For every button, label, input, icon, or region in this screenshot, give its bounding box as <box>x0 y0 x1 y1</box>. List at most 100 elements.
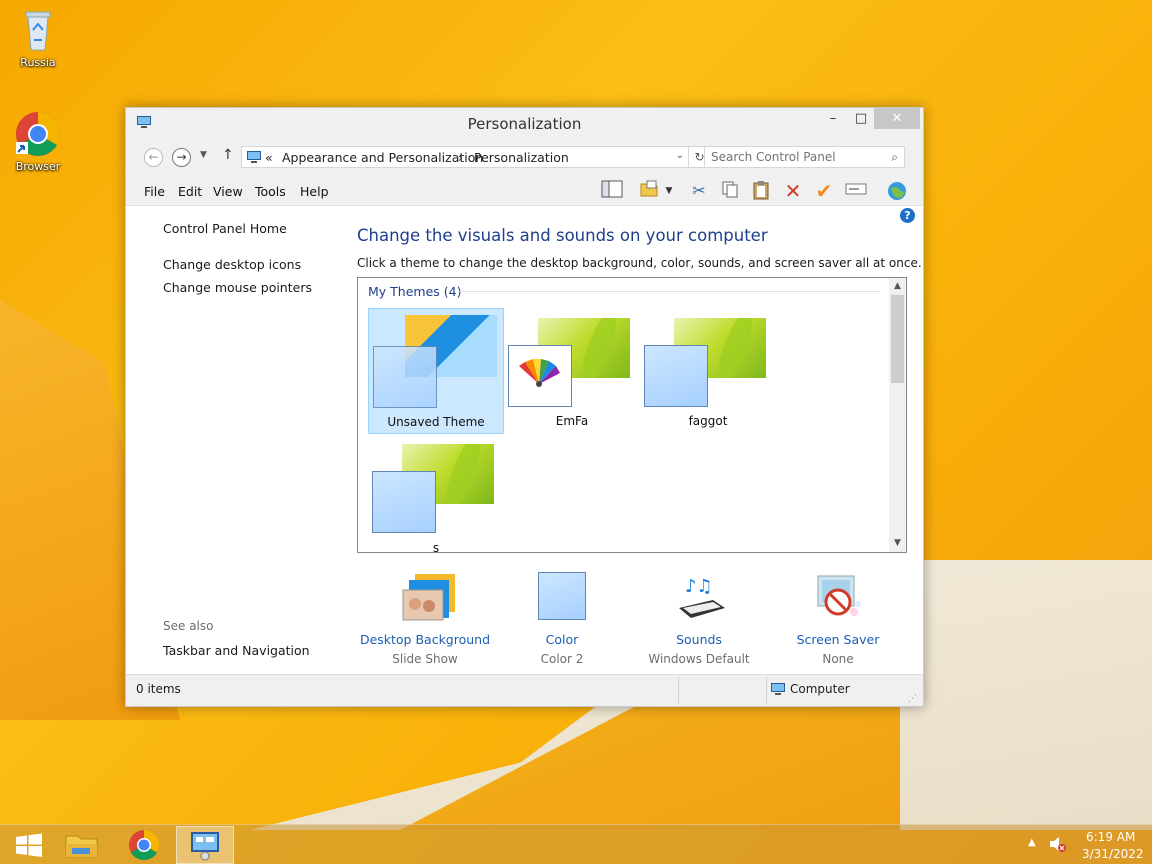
link-change-desktop-icons[interactable]: Change desktop icons <box>163 257 301 272</box>
chevron-down-icon[interactable]: ▼ <box>662 180 676 202</box>
address-overflow[interactable]: « <box>265 150 273 165</box>
menu-bar: File Edit View Tools Help ▼ ✂ ✕ ✔ <box>126 176 923 206</box>
theme-emfa[interactable]: EmFa <box>504 308 640 434</box>
svg-text:♪♫: ♪♫ <box>685 576 713 597</box>
link-taskbar-and-navigation[interactable]: Taskbar and Navigation <box>163 643 310 658</box>
sounds-label: Sounds <box>676 632 722 647</box>
start-button[interactable] <box>0 826 58 864</box>
chrome-icon <box>14 110 62 158</box>
control-panel-icon <box>191 832 219 861</box>
breadcrumb-personalization[interactable]: Personalization <box>474 150 569 165</box>
minimize-button[interactable]: – <box>819 108 847 129</box>
content-area: Control Panel Home Change desktop icons … <box>126 206 923 676</box>
screen-saver-icon <box>812 572 864 624</box>
menu-edit[interactable]: Edit <box>178 184 202 199</box>
search-input[interactable] <box>705 147 875 167</box>
breadcrumb-separator[interactable]: › <box>458 150 463 165</box>
color-value: Color 2 <box>540 652 584 666</box>
up-button[interactable]: ↑ <box>222 147 234 163</box>
scroll-down-button[interactable]: ▼ <box>889 535 906 552</box>
taskbar-file-explorer[interactable] <box>52 826 110 864</box>
taskbar-control-panel[interactable] <box>176 826 234 864</box>
themes-list[interactable]: My Themes (4) Unsaved Theme EmFa faggot … <box>357 277 907 553</box>
globe-icon[interactable] <box>885 180 909 202</box>
theme-s[interactable]: s <box>368 436 504 553</box>
sounds-item[interactable]: ♪♫ Sounds Windows Default <box>629 572 769 666</box>
theme-faggot[interactable]: faggot <box>640 308 776 434</box>
scroll-thumb[interactable] <box>891 295 904 383</box>
desktop-icon-label: Browser <box>15 160 61 173</box>
menu-view[interactable]: View <box>213 184 243 199</box>
clock-time[interactable]: 6:19 AM <box>1086 830 1135 844</box>
sounds-icon: ♪♫ <box>673 572 725 624</box>
windows-logo-icon <box>16 833 42 857</box>
desktop-icon-browser[interactable]: Browser <box>0 110 76 173</box>
menu-tools[interactable]: Tools <box>255 184 286 199</box>
forward-button[interactable]: → <box>172 148 191 167</box>
clock-date[interactable]: 3/31/2022 <box>1082 847 1144 861</box>
screen-saver-value: None <box>822 652 854 666</box>
scroll-up-button[interactable]: ▲ <box>889 278 906 295</box>
taskbar: ▲ 6:19 AM 3/31/2022 <box>0 824 1152 864</box>
rename-icon[interactable] <box>844 180 868 202</box>
volume-muted-icon[interactable] <box>1048 835 1066 856</box>
copy-icon[interactable] <box>718 180 742 202</box>
group-divider <box>458 291 880 292</box>
chrome-icon <box>129 830 160 861</box>
color-label: Color <box>545 632 579 647</box>
color-swatch-icon <box>536 572 588 624</box>
control-panel-icon <box>246 150 262 167</box>
address-bar[interactable]: « Appearance and Personalization › Perso… <box>241 146 689 168</box>
close-button[interactable]: ✕ <box>874 108 920 129</box>
properties-check-icon[interactable]: ✔ <box>812 180 836 202</box>
cut-icon[interactable]: ✂ <box>687 180 711 202</box>
link-change-mouse-pointers[interactable]: Change mouse pointers <box>163 280 312 295</box>
search-box[interactable]: ⌕ <box>704 146 905 168</box>
theme-unsaved-theme[interactable]: Unsaved Theme <box>368 308 504 434</box>
search-icon: ⌕ <box>891 150 898 164</box>
maximize-button[interactable]: □ <box>847 108 875 129</box>
status-zone: Computer <box>790 682 850 696</box>
chevron-down-icon[interactable]: ⌄ <box>676 150 684 161</box>
window-title: Personalization <box>467 115 582 133</box>
title-bar[interactable]: Personalization – □ ✕ <box>126 108 923 138</box>
theme-label: Unsaved Theme <box>387 415 485 429</box>
link-control-panel-home[interactable]: Control Panel Home <box>163 221 287 236</box>
taskbar-chrome[interactable] <box>115 826 173 864</box>
menu-help[interactable]: Help <box>300 184 329 199</box>
status-bar: 0 items Computer ⋰ <box>126 674 923 706</box>
theme-color-preview <box>644 345 708 407</box>
group-header: My Themes (4) <box>368 284 462 299</box>
back-button[interactable]: ← <box>144 148 163 167</box>
paste-icon[interactable] <box>749 180 773 202</box>
desktop-icon-recycle-bin[interactable]: Russia <box>0 6 76 69</box>
address-row: ← → ▼ ↑ « Appearance and Personalization… <box>126 138 923 176</box>
desktop-background-item[interactable]: Desktop Background Slide Show <box>355 572 495 666</box>
recycle-bin-icon <box>14 6 62 54</box>
color-palette-icon <box>508 345 572 407</box>
layout-pane-icon[interactable] <box>600 180 624 202</box>
delete-icon[interactable]: ✕ <box>781 180 805 202</box>
breadcrumb-appearance[interactable]: Appearance and Personalization <box>282 150 483 165</box>
page-description: Click a theme to change the desktop back… <box>357 256 922 270</box>
desktop-background-icon <box>399 572 455 624</box>
themes-scrollbar[interactable]: ▲ ▼ <box>889 278 906 552</box>
menu-file[interactable]: File <box>144 184 165 199</box>
computer-icon <box>770 682 786 699</box>
file-explorer-icon <box>65 835 98 858</box>
see-also-heading: See also <box>163 619 214 633</box>
status-item-count: 0 items <box>136 682 181 696</box>
theme-label: s <box>432 541 440 553</box>
resize-grip-icon[interactable]: ⋰ <box>908 694 917 704</box>
desktop-background-label: Desktop Background <box>359 632 491 647</box>
color-item[interactable]: Color Color 2 <box>492 572 632 666</box>
screen-saver-item[interactable]: Screen Saver None <box>768 572 908 666</box>
show-hidden-icons-button[interactable]: ▲ <box>1028 837 1036 848</box>
theme-color-preview <box>372 471 436 533</box>
help-icon[interactable]: ? <box>900 208 915 223</box>
personalization-window: Personalization – □ ✕ ← → ▼ ↑ « Appearan… <box>125 107 924 707</box>
folder-options-icon[interactable] <box>637 180 661 202</box>
theme-label: faggot <box>688 414 728 428</box>
desktop-icon-label: Russia <box>20 56 56 69</box>
recent-locations-dropdown[interactable]: ▼ <box>200 150 207 160</box>
